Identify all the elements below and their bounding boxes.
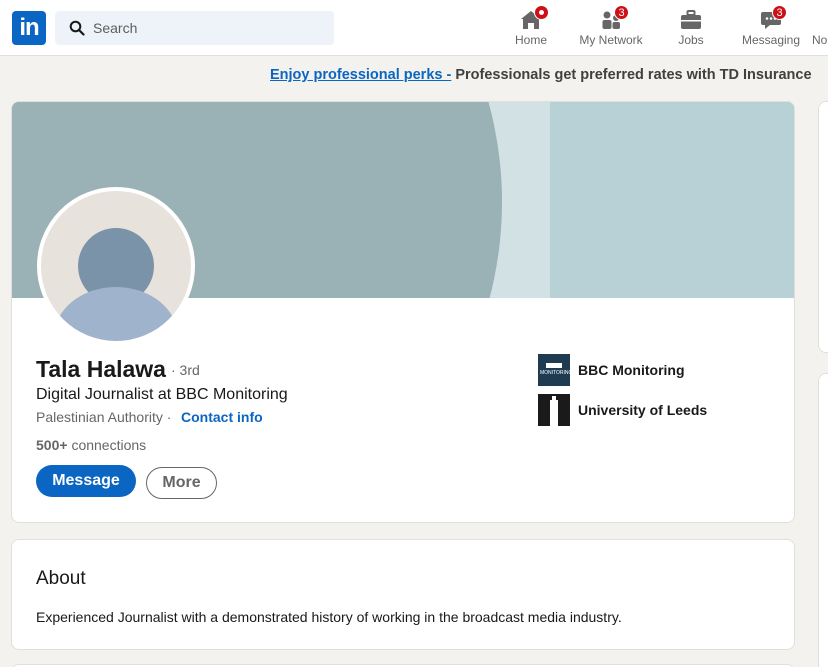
connections-count[interactable]: 500+ connections: [36, 437, 146, 453]
tower-shape: [550, 400, 558, 426]
org-name: BBC Monitoring: [578, 362, 685, 378]
org-name: University of Leeds: [578, 402, 708, 418]
promo-banner: Enjoy professional perks - Professionals…: [270, 67, 812, 83]
nav-label-notifications: No: [812, 33, 828, 47]
connections-label: connections: [71, 437, 147, 453]
search-box[interactable]: [55, 11, 334, 45]
message-button[interactable]: Message: [36, 465, 136, 497]
nav-item-notifications[interactable]: No: [812, 0, 828, 56]
about-section: About Experienced Journalist with a demo…: [11, 539, 795, 650]
nav-label-messaging: Messaging: [741, 33, 801, 47]
nav-label-my-network: My Network: [579, 33, 643, 47]
bbc-logo-text: MONITORING: [540, 370, 573, 376]
contact-info-link[interactable]: Contact info: [181, 409, 263, 425]
sidebar-card: [818, 373, 828, 667]
profile-headline: Digital Journalist at BBC Monitoring: [36, 386, 288, 403]
university-of-leeds-logo: [538, 394, 570, 426]
more-button[interactable]: More: [146, 467, 217, 499]
bbc-monitoring-logo: MONITORING: [538, 354, 573, 386]
nav-label-home: Home: [514, 33, 547, 47]
profile-name: Tala Halawa: [36, 356, 166, 382]
home-notification-dot: [534, 5, 549, 20]
search-input[interactable]: [93, 11, 323, 45]
linkedin-logo[interactable]: in: [12, 11, 46, 45]
messaging-badge: 3: [772, 5, 787, 20]
connection-degree: · 3rd: [171, 362, 200, 378]
about-text: Experienced Journalist with a demonstrat…: [36, 609, 622, 625]
nav-item-jobs[interactable]: Jobs: [666, 0, 716, 56]
promo-text: Professionals get preferred rates with T…: [455, 67, 812, 83]
bbc-blocks: [546, 363, 562, 368]
profile-avatar[interactable]: [37, 187, 195, 345]
avatar-body: [54, 287, 178, 341]
nav-item-my-network[interactable]: 3 My Network: [572, 0, 650, 56]
connections-number: 500+: [36, 437, 68, 453]
search-icon: [69, 20, 85, 36]
profile-card: Tala Halawa · 3rd Digital Journalist at …: [11, 101, 795, 523]
nav-item-messaging[interactable]: 3 Messaging: [736, 0, 806, 56]
nav-label-jobs: Jobs: [678, 33, 704, 47]
about-title: About: [36, 568, 86, 589]
network-badge: 3: [614, 5, 629, 20]
promo-link[interactable]: Enjoy professional perks -: [270, 67, 451, 83]
sidebar-card: [818, 101, 828, 353]
nav-item-home[interactable]: Home: [506, 0, 556, 56]
profile-location: Palestinian Authority ·: [36, 409, 172, 425]
briefcase-icon: [681, 10, 701, 29]
banner-light-panel: [550, 102, 794, 298]
top-navigation-bar: in Home 3 My Network Jobs: [0, 0, 828, 56]
